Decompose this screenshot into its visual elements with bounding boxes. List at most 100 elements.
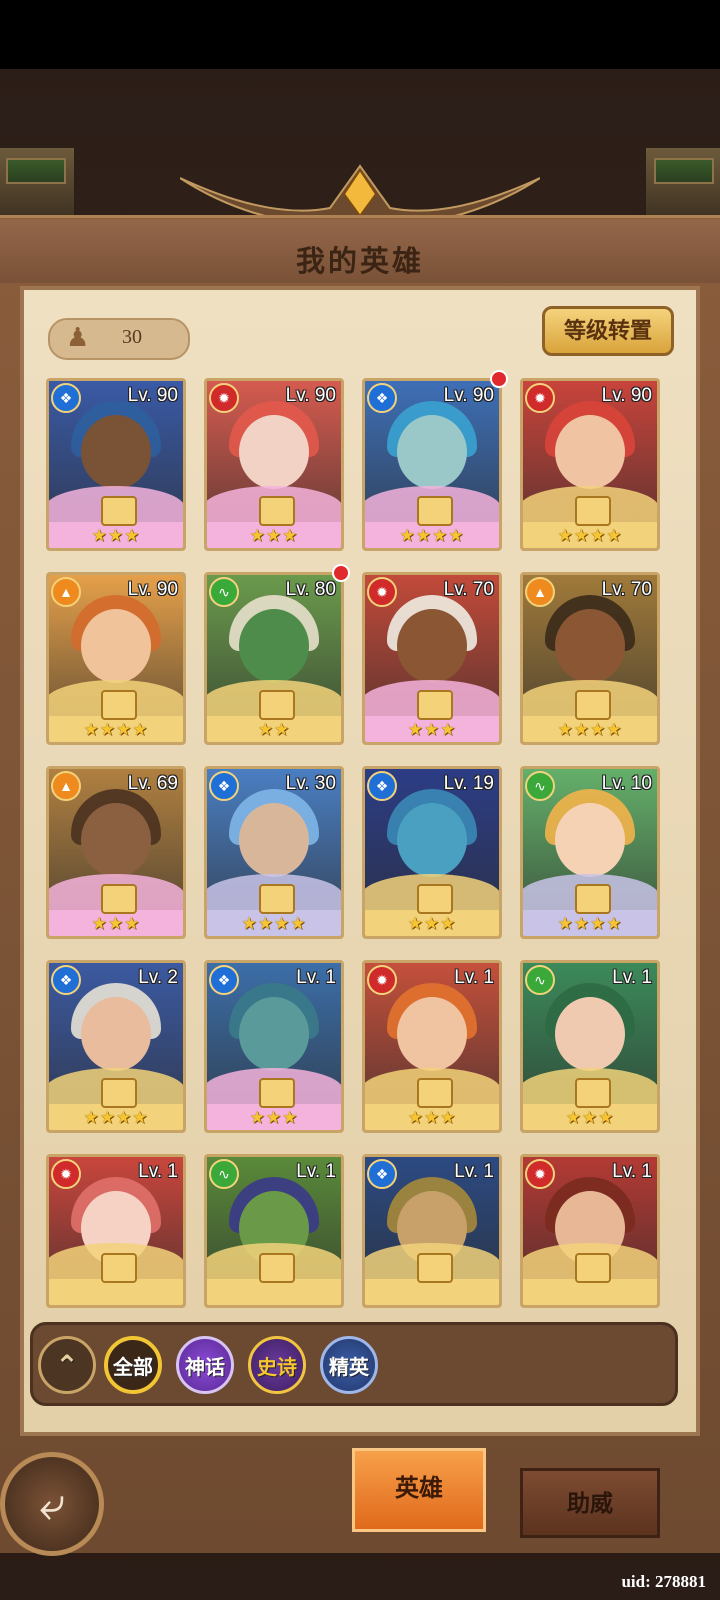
earth-element-icon: ▲ bbox=[525, 577, 555, 607]
hero-level: Lv. 80 bbox=[285, 579, 336, 600]
hero-card[interactable]: ★★★★ ❖ Lv. 90 bbox=[362, 378, 502, 551]
hero-card[interactable]: ★★★★ ▲ Lv. 90 bbox=[46, 572, 186, 745]
hero-stars: ★★★ bbox=[407, 720, 457, 739]
filter-epic-button[interactable]: 史诗 bbox=[248, 1336, 306, 1394]
rarity-crest-icon bbox=[259, 690, 295, 720]
hero-face bbox=[555, 803, 625, 877]
hero-card[interactable]: ★★★ ❖ Lv. 90 bbox=[46, 378, 186, 551]
fire-element-icon: ✹ bbox=[51, 1159, 81, 1189]
tab-heroes[interactable]: 英雄 bbox=[352, 1448, 486, 1532]
hero-card[interactable]: ★★★★ ✹ Lv. 90 bbox=[520, 378, 660, 551]
fire-element-icon: ✹ bbox=[367, 577, 397, 607]
water-element-icon: ❖ bbox=[367, 383, 397, 413]
hero-face bbox=[239, 803, 309, 877]
hero-card[interactable]: ★★★★ ∿ Lv. 10 bbox=[520, 766, 660, 939]
hero-face bbox=[555, 997, 625, 1071]
hero-face bbox=[397, 803, 467, 877]
filter-elite-button[interactable]: 精英 bbox=[320, 1336, 378, 1394]
hero-level: Lv. 1 bbox=[296, 1161, 336, 1182]
hero-face bbox=[397, 415, 467, 489]
hero-level: Lv. 1 bbox=[454, 1161, 494, 1182]
tab-support[interactable]: 助威 bbox=[520, 1468, 660, 1538]
hero-stars: ★★★★ bbox=[557, 914, 623, 933]
rarity-crest-icon bbox=[417, 496, 453, 526]
hero-card[interactable]: ❖ Lv. 1 bbox=[362, 1154, 502, 1308]
water-element-icon: ❖ bbox=[367, 771, 397, 801]
rarity-crest-icon bbox=[259, 1253, 295, 1283]
hero-card[interactable]: ✹ Lv. 1 bbox=[520, 1154, 660, 1308]
hero-stars: ★★★★ bbox=[399, 526, 465, 545]
notification-dot bbox=[490, 370, 508, 388]
hero-card[interactable]: ★★★ ▲ Lv. 69 bbox=[46, 766, 186, 939]
rarity-crest-icon bbox=[259, 496, 295, 526]
earth-element-icon: ▲ bbox=[51, 577, 81, 607]
rarity-crest-icon bbox=[575, 1078, 611, 1108]
fire-element-icon: ✹ bbox=[525, 1159, 555, 1189]
hero-stars: ★★★ bbox=[91, 914, 141, 933]
water-element-icon: ❖ bbox=[51, 383, 81, 413]
hero-card[interactable]: ★★★ ✹ Lv. 1 bbox=[362, 960, 502, 1133]
hero-level: Lv. 1 bbox=[138, 1161, 178, 1182]
hero-stars: ★★★ bbox=[565, 1108, 615, 1127]
back-arrow-icon: ⤶ bbox=[39, 1477, 65, 1529]
hero-card[interactable]: ∿ Lv. 1 bbox=[204, 1154, 344, 1308]
rarity-crest-icon bbox=[101, 1253, 137, 1283]
hero-face bbox=[81, 997, 151, 1071]
person-icon: ♟ bbox=[66, 322, 90, 352]
hero-face bbox=[81, 609, 151, 683]
hero-face bbox=[81, 803, 151, 877]
hero-stars: ★★★ bbox=[407, 914, 457, 933]
hero-face bbox=[555, 609, 625, 683]
hero-level: Lv. 2 bbox=[138, 967, 178, 988]
wind-element-icon: ∿ bbox=[525, 771, 555, 801]
hero-stars: ★★★★ bbox=[557, 720, 623, 739]
hero-face bbox=[239, 415, 309, 489]
hero-card[interactable]: ★★★★ ❖ Lv. 30 bbox=[204, 766, 344, 939]
hero-card[interactable]: ★★★ ✹ Lv. 70 bbox=[362, 572, 502, 745]
hero-stars: ★★★ bbox=[249, 1108, 299, 1127]
hero-card[interactable]: ★★★ ❖ Lv. 1 bbox=[204, 960, 344, 1133]
filter-all-button[interactable]: 全部 bbox=[104, 1336, 162, 1394]
hero-level: Lv. 19 bbox=[443, 773, 494, 794]
hero-card[interactable]: ★★★★ ❖ Lv. 2 bbox=[46, 960, 186, 1133]
hero-stars: ★★ bbox=[257, 720, 291, 739]
hero-face bbox=[239, 609, 309, 683]
water-element-icon: ❖ bbox=[51, 965, 81, 995]
hero-card[interactable]: ★★★ ∿ Lv. 1 bbox=[520, 960, 660, 1133]
filter-mythic-button[interactable]: 神话 bbox=[176, 1336, 234, 1394]
wind-element-icon: ∿ bbox=[525, 965, 555, 995]
hero-level: Lv. 1 bbox=[612, 967, 652, 988]
rarity-crest-icon bbox=[101, 690, 137, 720]
hero-level: Lv. 90 bbox=[443, 385, 494, 406]
hero-stars: ★★★★ bbox=[557, 526, 623, 545]
hero-card[interactable]: ★★★ ❖ Lv. 19 bbox=[362, 766, 502, 939]
water-element-icon: ❖ bbox=[209, 965, 239, 995]
rarity-crest-icon bbox=[101, 496, 137, 526]
notification-dot bbox=[332, 564, 350, 582]
hero-card[interactable]: ★★★★ ▲ Lv. 70 bbox=[520, 572, 660, 745]
double-chevron-up-icon[interactable]: ⌃ bbox=[38, 1336, 96, 1394]
hero-count: 30 bbox=[122, 326, 142, 348]
hero-stars: ★★★ bbox=[91, 526, 141, 545]
uid-label: uid: 278881 bbox=[621, 1572, 706, 1591]
hero-face bbox=[239, 997, 309, 1071]
rarity-crest-icon bbox=[575, 884, 611, 914]
water-element-icon: ❖ bbox=[209, 771, 239, 801]
hero-card[interactable]: ★★★ ✹ Lv. 90 bbox=[204, 378, 344, 551]
fire-element-icon: ✹ bbox=[367, 965, 397, 995]
hero-card[interactable]: ✹ Lv. 1 bbox=[46, 1154, 186, 1308]
hero-stars: ★★★★ bbox=[83, 1108, 149, 1127]
fire-element-icon: ✹ bbox=[525, 383, 555, 413]
hero-stars: ★★★★ bbox=[83, 720, 149, 739]
hero-level: Lv. 10 bbox=[601, 773, 652, 794]
back-button[interactable]: ⤶ bbox=[0, 1452, 104, 1556]
rarity-crest-icon bbox=[259, 1078, 295, 1108]
hero-card[interactable]: ★★ ∿ Lv. 80 bbox=[204, 572, 344, 745]
hero-level: Lv. 1 bbox=[296, 967, 336, 988]
hero-level: Lv. 30 bbox=[285, 773, 336, 794]
rarity-crest-icon bbox=[417, 884, 453, 914]
page-title: 我的英雄 bbox=[295, 246, 424, 278]
level-reset-button[interactable]: 等级转置 bbox=[542, 306, 674, 356]
rarity-crest-icon bbox=[575, 1253, 611, 1283]
wind-element-icon: ∿ bbox=[209, 577, 239, 607]
